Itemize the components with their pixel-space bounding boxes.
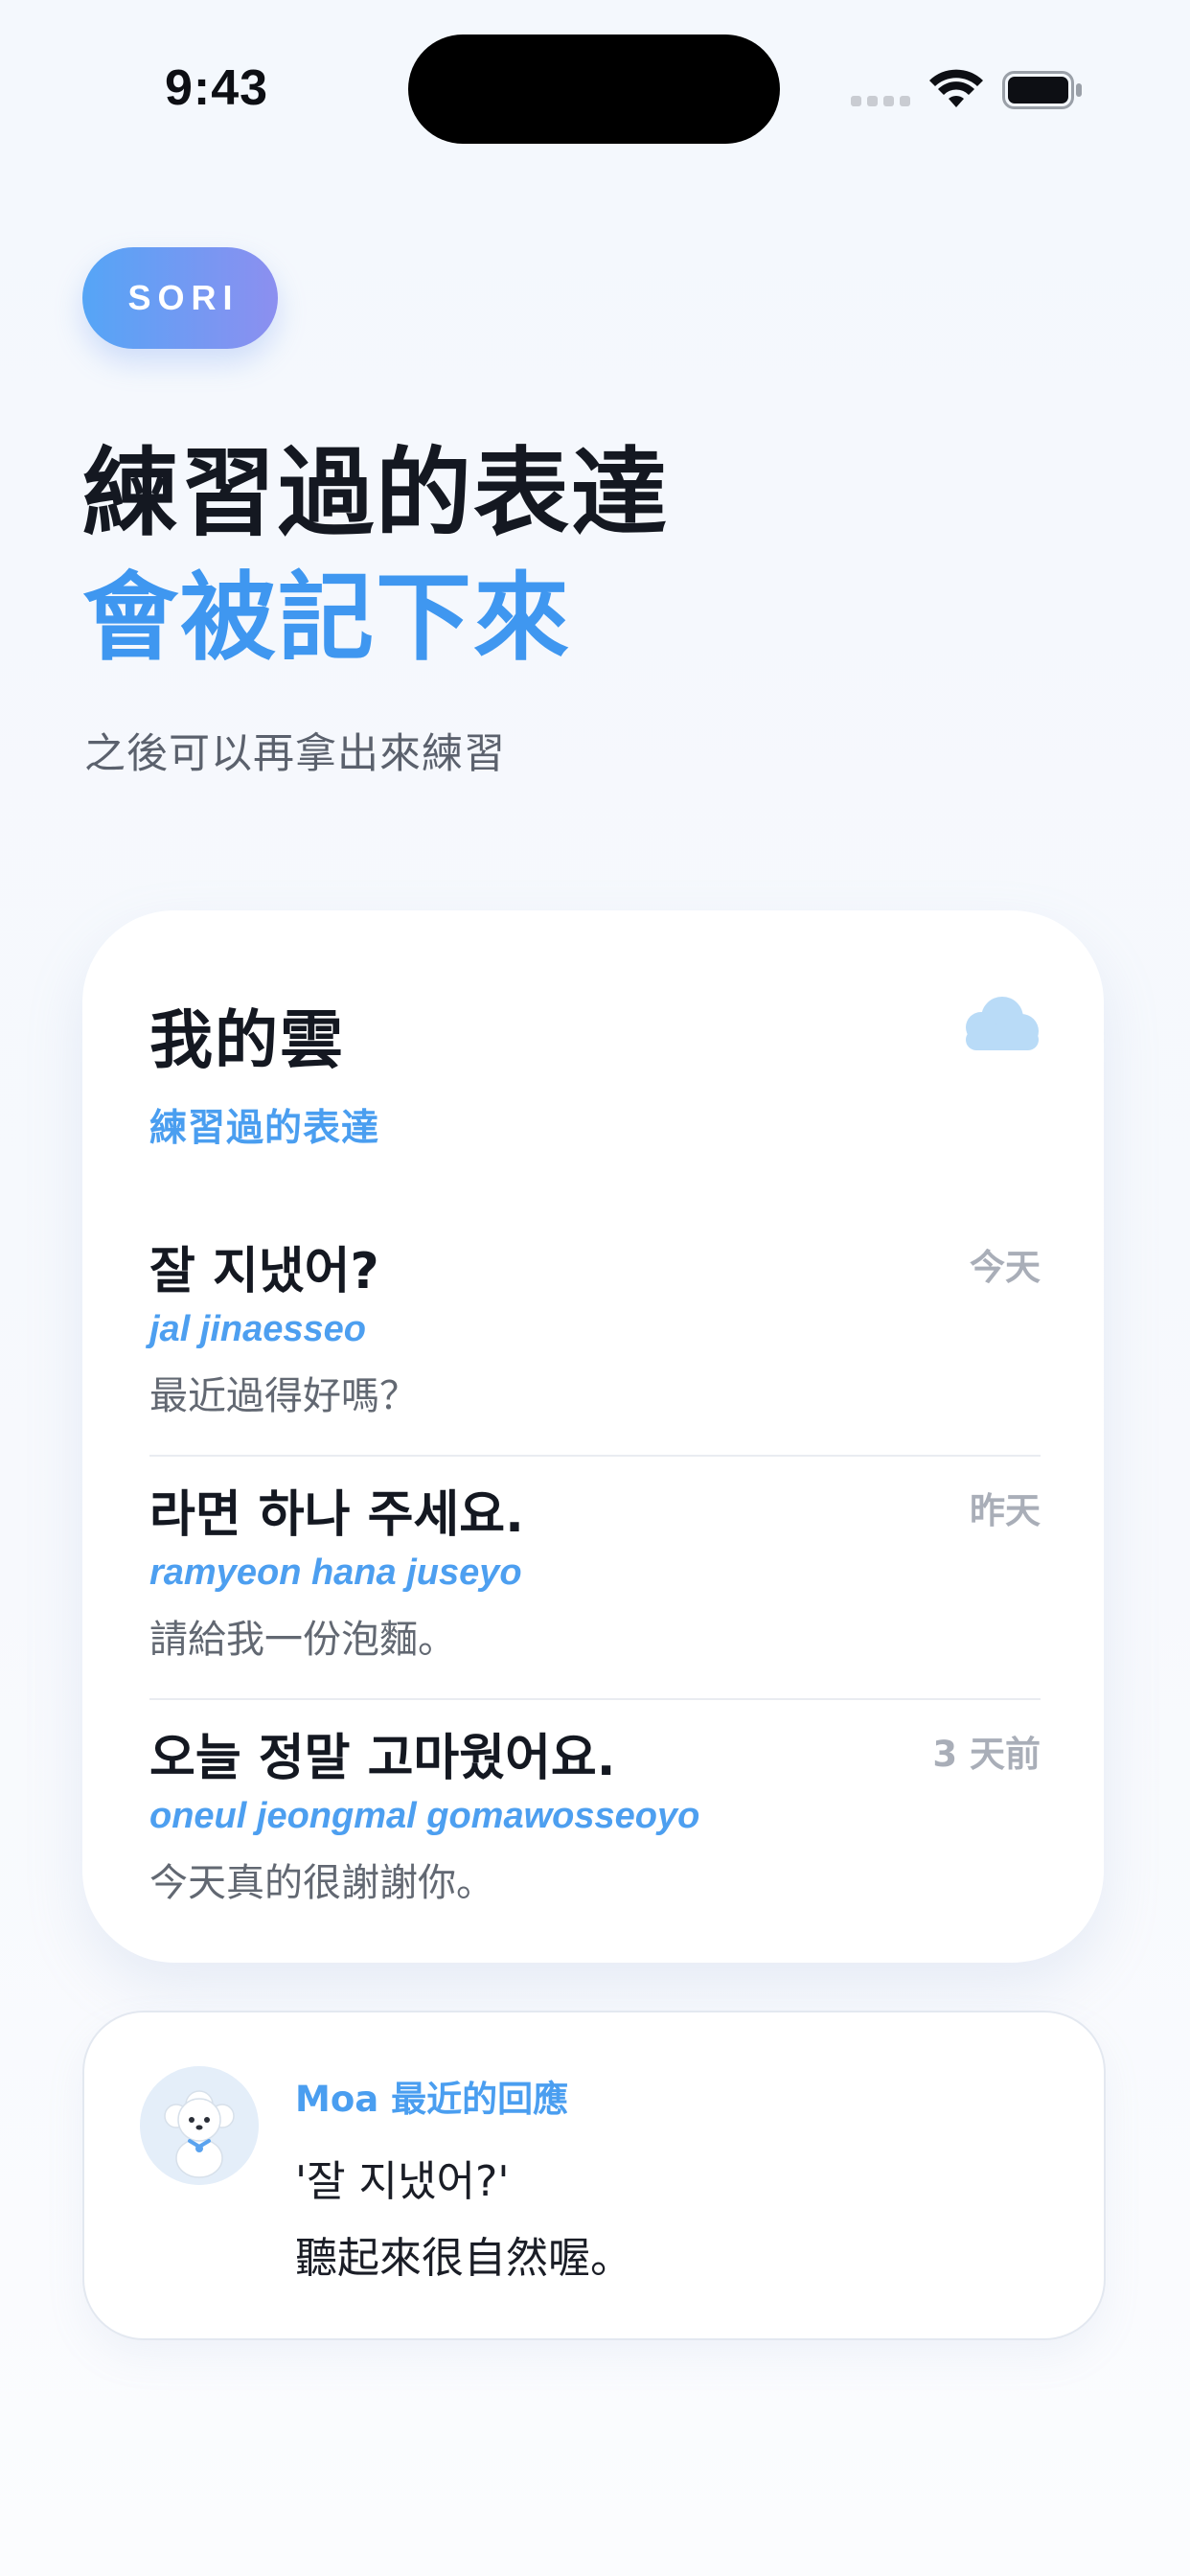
expression-item[interactable]: 오늘 정말 고마웠어요. oneul jeongmal gomawosseoyo… (149, 1694, 1041, 1938)
expression-korean: 라면 하나 주세요. (149, 1486, 524, 1544)
recent-reply-card[interactable]: Moa 最近的回應 '잘 지냈어?' 聽起來很自然喔。 (82, 2011, 1106, 2340)
expression-item[interactable]: 라면 하나 주세요. ramyeon hana juseyo 請給我一份泡麵。 … (149, 1451, 1041, 1694)
expression-date: 今天 (970, 1247, 1041, 1288)
card-title: 我的雲 (149, 1003, 345, 1077)
cloud-icon (966, 997, 1039, 1050)
reply-quote: '잘 지냈어?' (295, 2157, 510, 2206)
hero-title-line2: 會被記下來 (82, 562, 571, 674)
reply-label: Moa 最近的回應 (295, 2079, 569, 2120)
expression-romanization: jal jinaesseo (149, 1309, 367, 1349)
avatar (140, 2066, 259, 2185)
card-subtitle: 練習過的表達 (149, 1107, 380, 1150)
hero-subtitle: 之後可以再拿出來練習 (84, 730, 506, 778)
status-time: 9:43 (165, 60, 269, 116)
expression-romanization: ramyeon hana juseyo (149, 1552, 522, 1593)
expression-romanization: oneul jeongmal gomawosseoyo (149, 1796, 700, 1836)
expression-item[interactable]: 잘 지냈어? jal jinaesseo 最近過得好嗎？ 今天 (149, 1208, 1041, 1451)
expression-korean: 오늘 정말 고마웠어요. (149, 1730, 616, 1787)
app-badge: SORI (82, 247, 278, 349)
puppy-mascot-icon (140, 2066, 259, 2185)
dynamic-island (408, 34, 780, 144)
expression-korean: 잘 지냈어? (149, 1243, 379, 1300)
expression-translation: 今天真的很謝謝你。 (149, 1861, 494, 1905)
my-cloud-card: 我的雲 練習過的表達 잘 지냈어? jal jinaesseo 最近過得好嗎？ … (82, 910, 1104, 1963)
expression-date: 3 天前 (932, 1734, 1041, 1775)
wifi-icon (929, 69, 983, 107)
expression-translation: 最近過得好嗎？ (149, 1374, 418, 1418)
reply-feedback: 聽起來很自然喔。 (295, 2234, 632, 2283)
expression-translation: 請給我一份泡麵。 (149, 1618, 456, 1662)
battery-icon (1002, 71, 1082, 109)
hero-title-line1: 練習過的表達 (82, 437, 669, 549)
expression-date: 昨天 (970, 1490, 1041, 1531)
cellular-signal-icon (851, 96, 912, 107)
